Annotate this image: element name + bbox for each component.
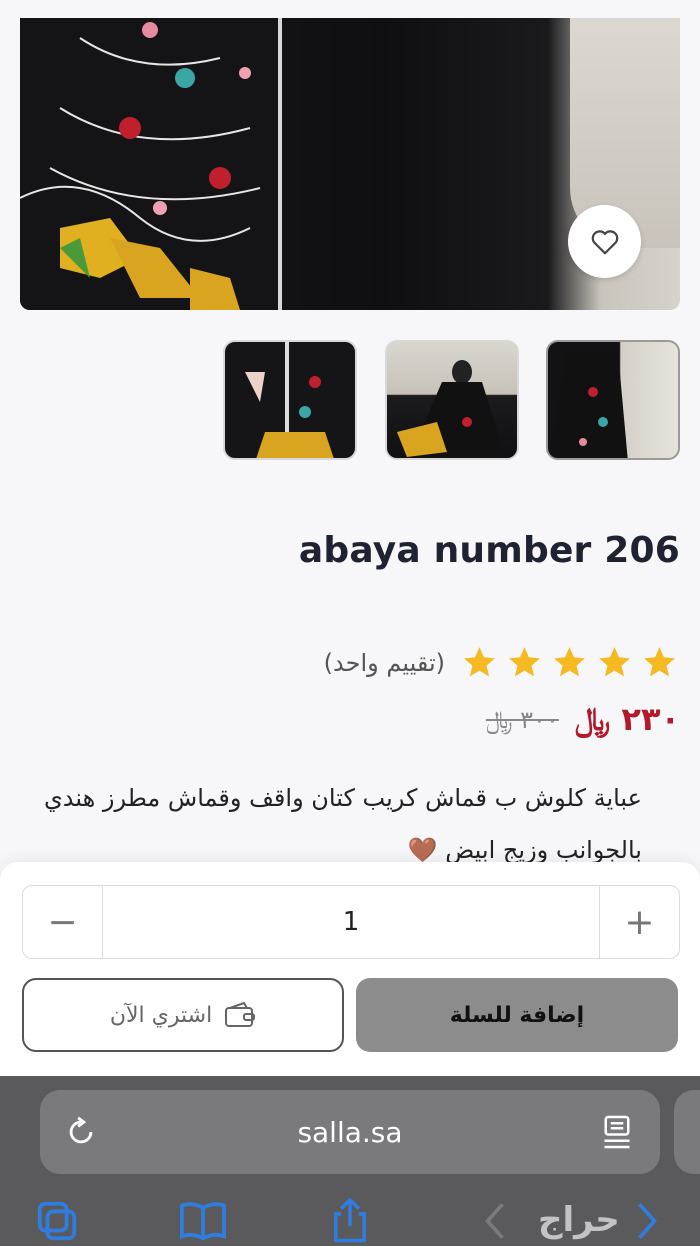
buy-now-label: اشتري الآن (109, 1002, 213, 1028)
add-to-cart-button[interactable]: إضافة للسلة (356, 978, 678, 1052)
star-icon (464, 647, 495, 677)
product-description: عباية كلوش ب قماش كريب كتان واقف وقماش م… (44, 784, 642, 864)
back-icon[interactable] (482, 1198, 508, 1244)
share-icon[interactable] (328, 1198, 372, 1244)
heart-icon (591, 229, 618, 254)
rating-count-text: (تقييم واحد) (323, 648, 445, 677)
add-to-cart-label: إضافة للسلة (449, 1002, 585, 1028)
quantity-value[interactable]: 1 (103, 886, 599, 958)
next-tab-preview[interactable] (674, 1090, 700, 1174)
price-row: ٢٣٠ ﷼ ٣٠٠ ﷼ (486, 700, 680, 739)
reload-icon[interactable] (64, 1114, 98, 1150)
haraj-watermark: حراج (538, 1200, 620, 1240)
abaya-white-trim (278, 18, 282, 310)
abaya-embroidered-panel (20, 18, 280, 310)
forward-icon[interactable] (634, 1198, 660, 1244)
bookmarks-icon[interactable] (178, 1198, 228, 1244)
quantity-stepper: − 1 + (22, 885, 680, 959)
current-price: ٢٣٠ ﷼ (574, 700, 680, 738)
original-price: ٣٠٠ ﷼ (485, 705, 559, 734)
product-thumbnail-2[interactable] (385, 340, 519, 460)
wishlist-button[interactable] (568, 205, 641, 278)
increase-quantity-button[interactable]: + (599, 886, 679, 958)
star-icon (644, 647, 675, 677)
tabs-icon[interactable] (34, 1198, 80, 1244)
wallet-icon (225, 1002, 256, 1027)
product-thumbnail-3[interactable] (546, 340, 680, 460)
star-icon (554, 647, 585, 677)
star-icon (599, 647, 630, 677)
reader-mode-icon[interactable] (602, 1114, 632, 1150)
url-text: salla.sa (297, 1115, 403, 1149)
star-icon (509, 647, 540, 677)
product-rating[interactable]: (تقييم واحد) (324, 644, 678, 681)
product-title: abaya number 206 (298, 530, 680, 571)
decrease-quantity-button[interactable]: − (23, 886, 103, 958)
buy-now-button[interactable]: اشتري الآن (22, 978, 344, 1052)
product-thumbnail-1[interactable] (223, 340, 357, 460)
address-bar[interactable]: salla.sa (40, 1090, 660, 1174)
